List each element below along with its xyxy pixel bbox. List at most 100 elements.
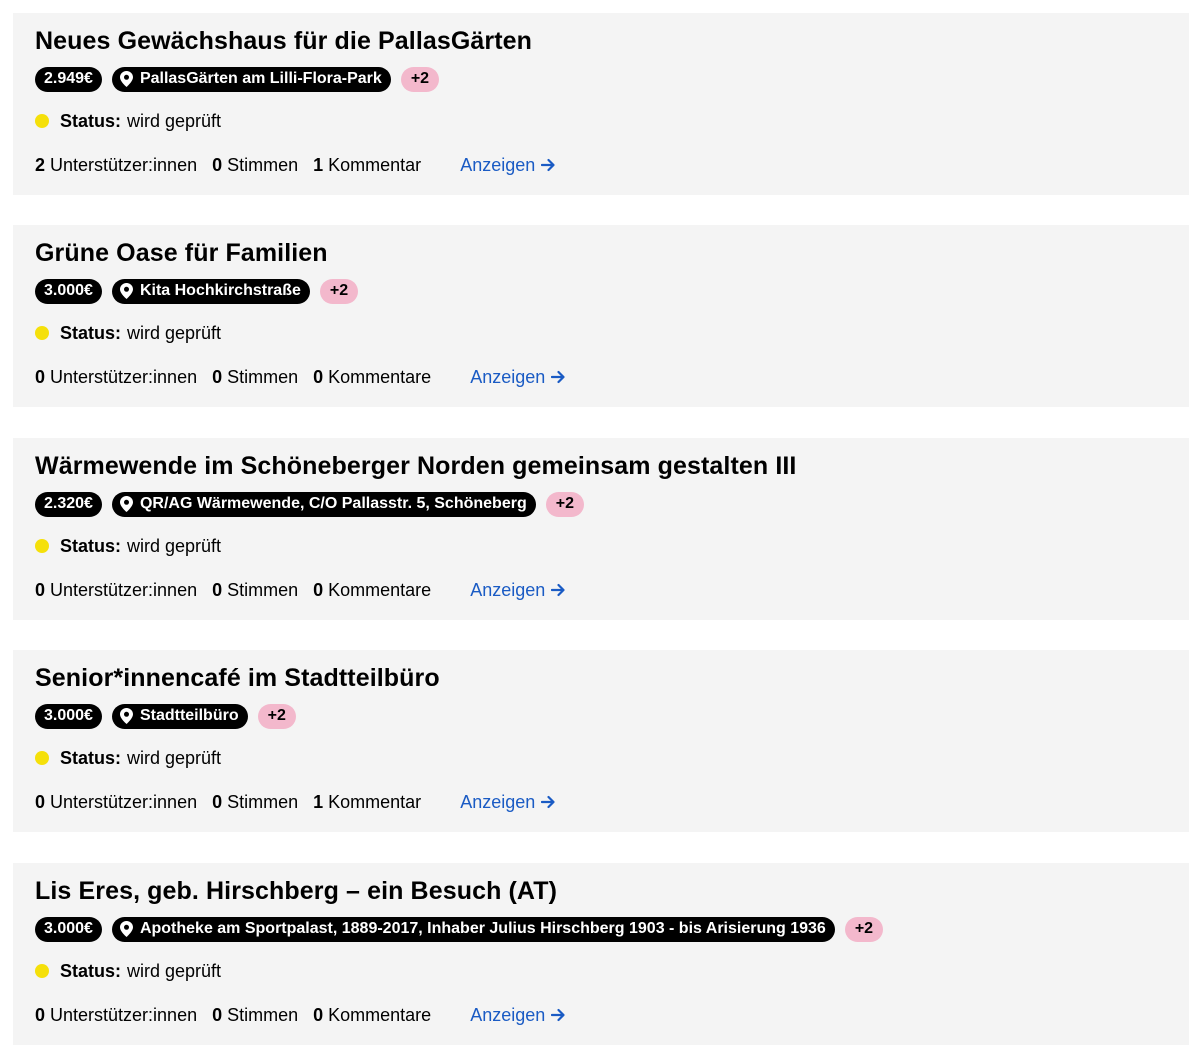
status-label: Status: — [60, 110, 122, 131]
supporters-count: 0 — [35, 1004, 46, 1025]
tag-row: 2.320€ QR/AG Wärmewende, C/O Pallasstr. … — [35, 491, 1167, 517]
more-tags-badge[interactable]: +2 — [545, 491, 584, 517]
comments-stat: 0 Kommentare — [313, 1005, 431, 1026]
status-label: Status: — [60, 747, 122, 768]
votes-stat: 0 Stimmen — [212, 155, 298, 176]
status-label: Status: — [60, 535, 122, 556]
location-badge: Apotheke am Sportpalast, 1889-2017, Inha… — [111, 916, 835, 942]
supporters-label: Unterstützer:innen — [50, 366, 198, 387]
status-line: Status: wird geprüft — [35, 747, 1167, 769]
map-pin-icon — [119, 496, 133, 512]
location-label: QR/AG Wärmewende, C/O Pallasstr. 5, Schö… — [139, 495, 527, 512]
status-value: wird geprüft — [127, 110, 222, 131]
budget-badge: 3.000€ — [35, 916, 102, 942]
comments-count: 1 — [313, 154, 324, 175]
show-proposal-link[interactable]: Anzeigen — [470, 1005, 566, 1026]
arrow-right-icon — [541, 158, 555, 172]
votes-label: Stimmen — [227, 579, 299, 600]
more-tags-badge[interactable]: +2 — [844, 916, 884, 942]
tag-row: 3.000€ Stadtteilbüro +2 — [35, 703, 1167, 729]
status-line: Status: wird geprüft — [35, 960, 1167, 982]
supporters-count: 0 — [35, 579, 46, 600]
status-line: Status: wird geprüft — [35, 110, 1167, 132]
supporters-stat: 0 Unterstützer:innen — [35, 580, 197, 601]
status-dot-icon — [35, 326, 49, 340]
supporters-label: Unterstützer:innen — [50, 154, 198, 175]
map-pin-icon — [119, 921, 133, 937]
supporters-stat: 0 Unterstützer:innen — [35, 1005, 197, 1026]
status-dot-icon — [35, 751, 49, 765]
show-link-label: Anzeigen — [470, 1004, 546, 1025]
budget-badge: 2.320€ — [35, 491, 102, 517]
stats-row: 0 Unterstützer:innen 0 Stimmen 0 Kommentare… — [35, 579, 1167, 601]
proposal-title[interactable]: Neues Gewächshaus für die PallasGärten — [35, 26, 1167, 56]
stats-row: 2 Unterstützer:innen 0 Stimmen 1 Kommentar … — [35, 154, 1167, 176]
votes-count: 0 — [212, 579, 223, 600]
status-dot-icon — [35, 964, 49, 978]
votes-label: Stimmen — [227, 154, 299, 175]
budget-badge: 3.000€ — [35, 278, 102, 304]
show-proposal-link[interactable]: Anzeigen — [460, 155, 556, 176]
votes-count: 0 — [212, 791, 223, 812]
status-value: wird geprüft — [127, 960, 222, 981]
votes-stat: 0 Stimmen — [212, 792, 298, 813]
arrow-right-icon — [551, 370, 565, 384]
location-badge: QR/AG Wärmewende, C/O Pallasstr. 5, Schö… — [111, 491, 536, 517]
proposal-title[interactable]: Grüne Oase für Familien — [35, 238, 1167, 268]
stats-row: 0 Unterstützer:innen 0 Stimmen 1 Kommentar … — [35, 791, 1167, 813]
location-label: Stadtteilbüro — [139, 707, 239, 724]
arrow-right-icon — [541, 795, 555, 809]
comments-label: Kommentare — [328, 579, 432, 600]
tag-row: 3.000€ Apotheke am Sportpalast, 1889-201… — [35, 916, 1167, 942]
comments-stat: 1 Kommentar — [313, 792, 421, 813]
votes-label: Stimmen — [227, 1004, 299, 1025]
proposal-card: Wärmewende im Schöneberger Norden gemein… — [13, 438, 1189, 620]
more-tags-badge[interactable]: +2 — [400, 66, 440, 92]
location-badge: Stadtteilbüro — [111, 703, 248, 729]
budget-badge: 3.000€ — [35, 703, 102, 729]
comments-count: 1 — [313, 791, 324, 812]
supporters-stat: 2 Unterstützer:innen — [35, 155, 197, 176]
supporters-count: 0 — [35, 791, 46, 812]
map-pin-icon — [119, 283, 133, 299]
votes-count: 0 — [212, 366, 223, 387]
votes-stat: 0 Stimmen — [212, 367, 298, 388]
votes-label: Stimmen — [227, 791, 299, 812]
show-proposal-link[interactable]: Anzeigen — [470, 580, 566, 601]
stats-row: 0 Unterstützer:innen 0 Stimmen 0 Kommentare… — [35, 366, 1167, 388]
supporters-label: Unterstützer:innen — [50, 791, 198, 812]
location-label: PallasGärten am Lilli-Flora-Park — [139, 70, 382, 87]
status-value: wird geprüft — [127, 322, 222, 343]
comments-count: 0 — [313, 579, 324, 600]
proposal-card: Senior*innencafé im Stadtteilbüro 3.000€… — [13, 650, 1189, 832]
proposal-title[interactable]: Lis Eres, geb. Hirschberg – ein Besuch (… — [35, 876, 1167, 906]
comments-count: 0 — [313, 1004, 324, 1025]
stats-row: 0 Unterstützer:innen 0 Stimmen 0 Kommentare… — [35, 1004, 1167, 1026]
status-dot-icon — [35, 539, 49, 553]
arrow-right-icon — [551, 1008, 565, 1022]
comments-label: Kommentar — [328, 154, 422, 175]
status-value: wird geprüft — [127, 747, 222, 768]
status-line: Status: wird geprüft — [35, 322, 1167, 344]
proposal-title[interactable]: Senior*innencafé im Stadtteilbüro — [35, 663, 1167, 693]
tag-row: 3.000€ Kita Hochkirchstraße +2 — [35, 278, 1167, 304]
comments-label: Kommentar — [328, 791, 422, 812]
supporters-label: Unterstützer:innen — [50, 1004, 198, 1025]
status-label: Status: — [60, 322, 122, 343]
more-tags-badge[interactable]: +2 — [257, 703, 296, 729]
arrow-right-icon — [551, 583, 565, 597]
votes-stat: 0 Stimmen — [212, 1005, 298, 1026]
supporters-stat: 0 Unterstützer:innen — [35, 792, 197, 813]
comments-stat: 0 Kommentare — [313, 580, 431, 601]
show-proposal-link[interactable]: Anzeigen — [470, 367, 566, 388]
status-dot-icon — [35, 114, 49, 128]
comments-label: Kommentare — [328, 1004, 432, 1025]
more-tags-badge[interactable]: +2 — [319, 278, 359, 304]
location-label: Apotheke am Sportpalast, 1889-2017, Inha… — [139, 920, 826, 937]
votes-stat: 0 Stimmen — [212, 580, 298, 601]
supporters-stat: 0 Unterstützer:innen — [35, 367, 197, 388]
show-proposal-link[interactable]: Anzeigen — [460, 792, 556, 813]
proposal-title[interactable]: Wärmewende im Schöneberger Norden gemein… — [35, 451, 1167, 481]
supporters-count: 2 — [35, 154, 46, 175]
map-pin-icon — [119, 71, 133, 87]
